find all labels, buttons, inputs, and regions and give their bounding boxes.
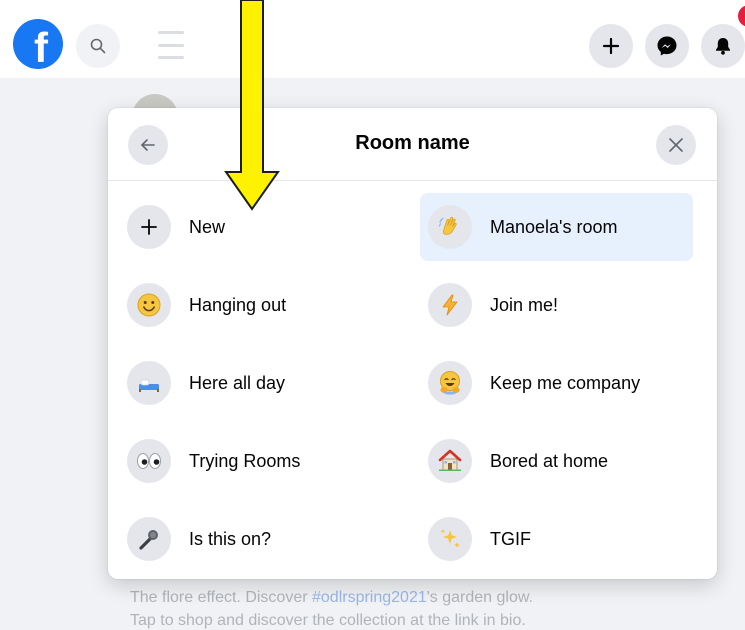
smiley-icon	[127, 283, 171, 327]
room-option-label: New	[189, 216, 226, 237]
room-option-label: Manoela's room	[490, 216, 618, 237]
plus-icon	[127, 205, 171, 249]
messenger-button[interactable]	[645, 24, 689, 68]
room-option-label: Is this on?	[189, 528, 272, 549]
waving-hand-icon	[428, 205, 472, 249]
create-button[interactable]	[589, 24, 633, 68]
room-option-trying-rooms[interactable]: Trying Rooms	[127, 427, 407, 495]
caption-text-end: 's garden glow.	[426, 589, 533, 606]
facebook-logo[interactable]: f	[13, 19, 63, 69]
menu-icon[interactable]	[158, 31, 184, 59]
close-icon	[669, 138, 683, 152]
room-option-here-all-day[interactable]: Here all day	[127, 349, 407, 417]
room-option-keep-me-company[interactable]: Keep me company	[420, 349, 693, 417]
room-option-hanging-out[interactable]: Hanging out	[127, 271, 407, 339]
room-option-is-this-on[interactable]: Is this on?	[127, 505, 407, 573]
eyes-icon	[127, 439, 171, 483]
room-option-label: Keep me company	[490, 372, 641, 393]
dialog-title: Room name	[355, 132, 470, 154]
dialog-header: Room name	[108, 108, 717, 181]
search-button[interactable]	[76, 24, 120, 68]
microphone-icon	[127, 517, 171, 561]
room-option-label: Join me!	[490, 294, 559, 315]
room-option-tgif[interactable]: TGIF	[420, 505, 693, 573]
sparkles-icon	[428, 517, 472, 561]
close-button[interactable]	[656, 125, 696, 165]
notifications-button[interactable]	[701, 24, 745, 68]
bed-icon	[127, 361, 171, 405]
room-option-label: Here all day	[189, 372, 286, 393]
feed-post-caption: The flore effect. Discover #odlrspring20…	[130, 589, 533, 607]
lightning-icon	[428, 283, 472, 327]
notification-badge: 1	[738, 5, 745, 27]
house-icon	[428, 439, 472, 483]
messenger-icon	[657, 36, 677, 56]
room-option-label: Bored at home	[490, 450, 609, 471]
room-option-label: TGIF	[490, 528, 531, 549]
search-icon	[90, 38, 106, 54]
hashtag-link[interactable]: #odlrspring2021	[312, 589, 427, 606]
facebook-logo-letter: f	[34, 24, 48, 71]
room-option-join-me[interactable]: Join me!	[420, 271, 693, 339]
top-navigation-bar: f 1	[0, 0, 745, 78]
hugging-face-icon	[428, 361, 472, 405]
room-option-bored-at-home[interactable]: Bored at home	[420, 427, 693, 495]
plus-icon	[602, 37, 620, 55]
room-option-label: Hanging out	[189, 294, 287, 315]
bell-icon	[716, 38, 730, 55]
caption-text: The flore effect. Discover	[130, 589, 312, 606]
annotation-arrow	[224, 0, 280, 211]
room-option-label: Trying Rooms	[189, 450, 301, 471]
feed-post-caption-line2: Tap to shop and discover the collection …	[130, 612, 526, 629]
room-option-manoelas-room[interactable]: Manoela's room	[420, 193, 693, 261]
room-name-dialog: Room name New Hanging out Here all day T…	[108, 108, 717, 579]
